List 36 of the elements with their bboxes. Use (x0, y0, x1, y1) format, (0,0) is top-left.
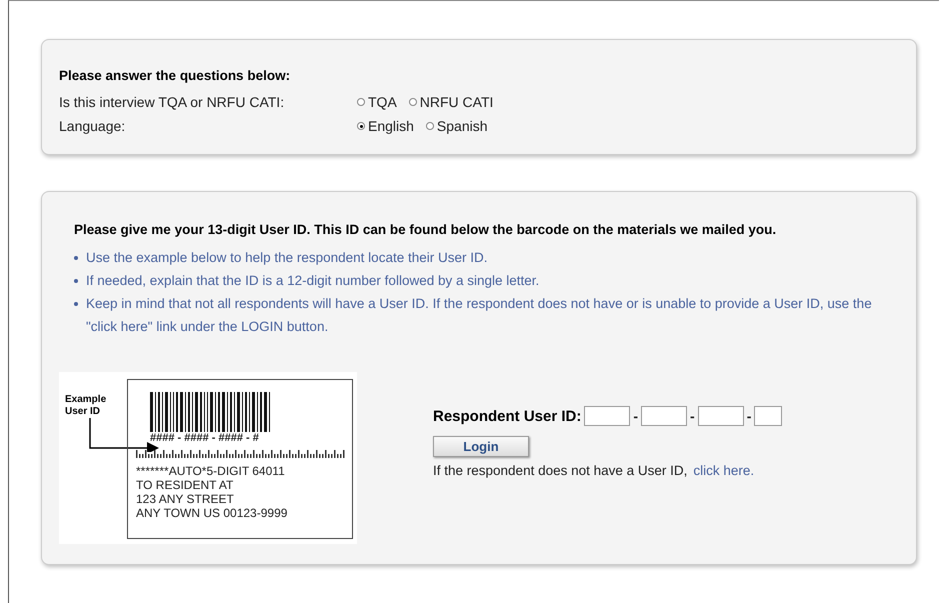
radio-option[interactable]: Spanish (426, 118, 488, 134)
example-caption: User ID (65, 406, 102, 418)
user-id-heading: Please give me your 13-digit User ID. This ID can be found below the barcode on the materials we mailed you. (74, 222, 778, 237)
login-button[interactable]: Login (433, 436, 529, 457)
id-pattern: #### - #### - #### - # (150, 432, 260, 444)
separator: - (746, 408, 752, 424)
bullet-icon (74, 279, 78, 283)
radio-option[interactable]: NRFU CATI (408, 94, 494, 110)
tip-text: Keep in mind that not all respondents will have a User ID. If the respondent does not have or is unable to provide a User ID, use the "click here" link under the LOGIN button. (86, 295, 873, 336)
address-line: *******AUTO*5-DIGIT 64011 (136, 464, 286, 478)
address-line: 123 ANY STREET (136, 492, 235, 506)
user-id-field[interactable] (698, 406, 744, 426)
user-id-label: Respondent User ID: (433, 408, 582, 424)
radio-button[interactable] (408, 98, 417, 106)
tip-text: If needed, explain that the ID is a 12-digit number followed by a single letter. (86, 272, 540, 290)
example-caption: Example (65, 394, 106, 406)
radio-option[interactable]: English (357, 118, 414, 134)
radio-option[interactable]: TQA (357, 94, 397, 110)
bullet-icon (74, 302, 78, 306)
separator: - (633, 408, 638, 424)
address-line: TO RESIDENT AT (136, 478, 234, 492)
question-label: Is this interview TQA or NRFU CATI: (59, 94, 286, 110)
radio-button[interactable] (357, 122, 365, 130)
question-label: Language: (59, 118, 126, 134)
user-id-field[interactable] (584, 406, 630, 426)
separator: - (690, 408, 695, 424)
questions-heading: Please answer the questions below: (59, 68, 292, 83)
bullet-icon (74, 256, 78, 260)
click-here-link[interactable]: click here. (693, 463, 754, 478)
user-id-field[interactable] (754, 406, 782, 426)
radio-button[interactable] (426, 122, 434, 130)
no-id-text: If the respondent does not have a User ID, (433, 463, 688, 478)
address-line: ANY TOWN US 00123-9999 (136, 506, 288, 520)
radio-button[interactable] (357, 98, 365, 106)
tip-text: Use the example below to help the respondent locate their User ID. (86, 249, 488, 267)
user-id-field[interactable] (641, 406, 688, 426)
